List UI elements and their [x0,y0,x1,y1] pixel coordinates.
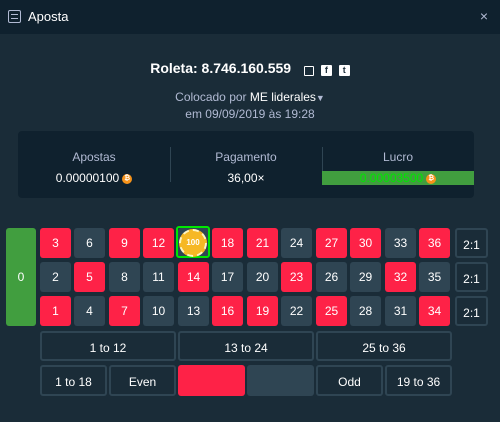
bet-title: Roleta: 8.746.160.559 [150,60,292,76]
number-cell-1[interactable]: 1 [40,296,71,326]
number-cell-21[interactable]: 21 [247,228,278,258]
bet-value: 0.00000100 ₿ [18,171,170,185]
number-cell-13[interactable]: 13 [178,296,209,326]
number-cell-32[interactable]: 32 [385,262,416,292]
number-cell-7[interactable]: 7 [109,296,140,326]
profit-value: 0.00003500 ₿ [322,171,474,185]
bet-slip-icon [8,10,21,23]
odd-bet[interactable]: Odd [316,365,383,396]
stat-bet: Apostas 0.00000100 ₿ [18,131,170,198]
column-bet-1[interactable]: 2:1 [455,228,488,258]
number-cell-10[interactable]: 10 [143,296,174,326]
bet-header: Roleta: 8.746.160.559 f t [0,60,500,77]
number-cell-30[interactable]: 30 [350,228,381,258]
column-bet-2[interactable]: 2:1 [455,262,488,292]
placed-by-label: Colocado por [175,90,247,104]
number-cell-3[interactable]: 3 [40,228,71,258]
profit-label: Lucro [382,150,414,164]
number-cell-12[interactable]: 12 [143,228,174,258]
high-bet[interactable]: 19 to 36 [385,365,452,396]
number-cell-18[interactable]: 18 [212,228,243,258]
bet-label: Apostas [72,150,116,164]
payout-label: Pagamento [215,150,277,164]
dozen-bet-1[interactable]: 1 to 12 [40,331,176,361]
stats-panel: Apostas 0.00000100 ₿ Pagamento 36,00× Luc… [18,131,474,198]
number-cell-19[interactable]: 19 [247,296,278,326]
number-cell-28[interactable]: 28 [350,296,381,326]
payout-value: 36,00× [227,171,265,185]
stat-profit: Lucro 0.00003500 ₿ [322,131,474,198]
bitcoin-icon: ₿ [426,173,437,184]
number-cell-36[interactable]: 36 [419,228,450,258]
number-cell-35[interactable]: 35 [419,262,450,292]
number-cell-11[interactable]: 11 [143,262,174,292]
number-cell-20[interactable]: 20 [247,262,278,292]
number-cell-23[interactable]: 23 [281,262,312,292]
placed-by: Colocado por ME liderales▼ [0,90,500,104]
number-cell-27[interactable]: 27 [316,228,347,258]
number-cell-5[interactable]: 5 [74,262,105,292]
number-cell-0[interactable]: 0 [6,228,36,326]
low-bet[interactable]: 1 to 18 [40,365,107,396]
stat-payout: Pagamento 36,00× [170,131,322,198]
black-bet[interactable] [247,365,314,396]
number-cell-16[interactable]: 16 [212,296,243,326]
number-cell-25[interactable]: 25 [316,296,347,326]
number-cell-24[interactable]: 24 [281,228,312,258]
bet-chip: 100 [179,229,207,257]
number-cell-14[interactable]: 14 [178,262,209,292]
facebook-icon[interactable]: f [320,65,332,77]
number-cell-9[interactable]: 9 [109,228,140,258]
number-cell-6[interactable]: 6 [74,228,105,258]
number-cell-33[interactable]: 33 [385,228,416,258]
number-cell-4[interactable]: 4 [74,296,105,326]
number-cell-22[interactable]: 22 [281,296,312,326]
twitter-icon[interactable]: t [338,65,350,77]
red-bet[interactable] [178,365,245,396]
bet-date: em 09/09/2019 às 19:28 [185,107,315,121]
close-icon[interactable]: × [480,8,488,24]
number-cell-31[interactable]: 31 [385,296,416,326]
dozen-bet-2[interactable]: 13 to 24 [178,331,314,361]
dozen-bet-3[interactable]: 25 to 36 [316,331,452,361]
number-cell-29[interactable]: 29 [350,262,381,292]
even-bet[interactable]: Even [109,365,176,396]
column-bet-3[interactable]: 2:1 [455,296,488,326]
bitcoin-icon: ₿ [122,173,133,184]
title-bar: Aposta × [0,0,500,34]
window-title: Aposta [28,9,69,24]
chevron-down-icon[interactable]: ▼ [316,93,325,103]
number-cell-34[interactable]: 34 [419,296,450,326]
number-cell-2[interactable]: 2 [40,262,71,292]
number-cell-17[interactable]: 17 [212,262,243,292]
number-cell-8[interactable]: 8 [109,262,140,292]
copy-icon[interactable] [303,65,314,76]
number-cell-26[interactable]: 26 [316,262,347,292]
username[interactable]: ME liderales [250,90,316,104]
